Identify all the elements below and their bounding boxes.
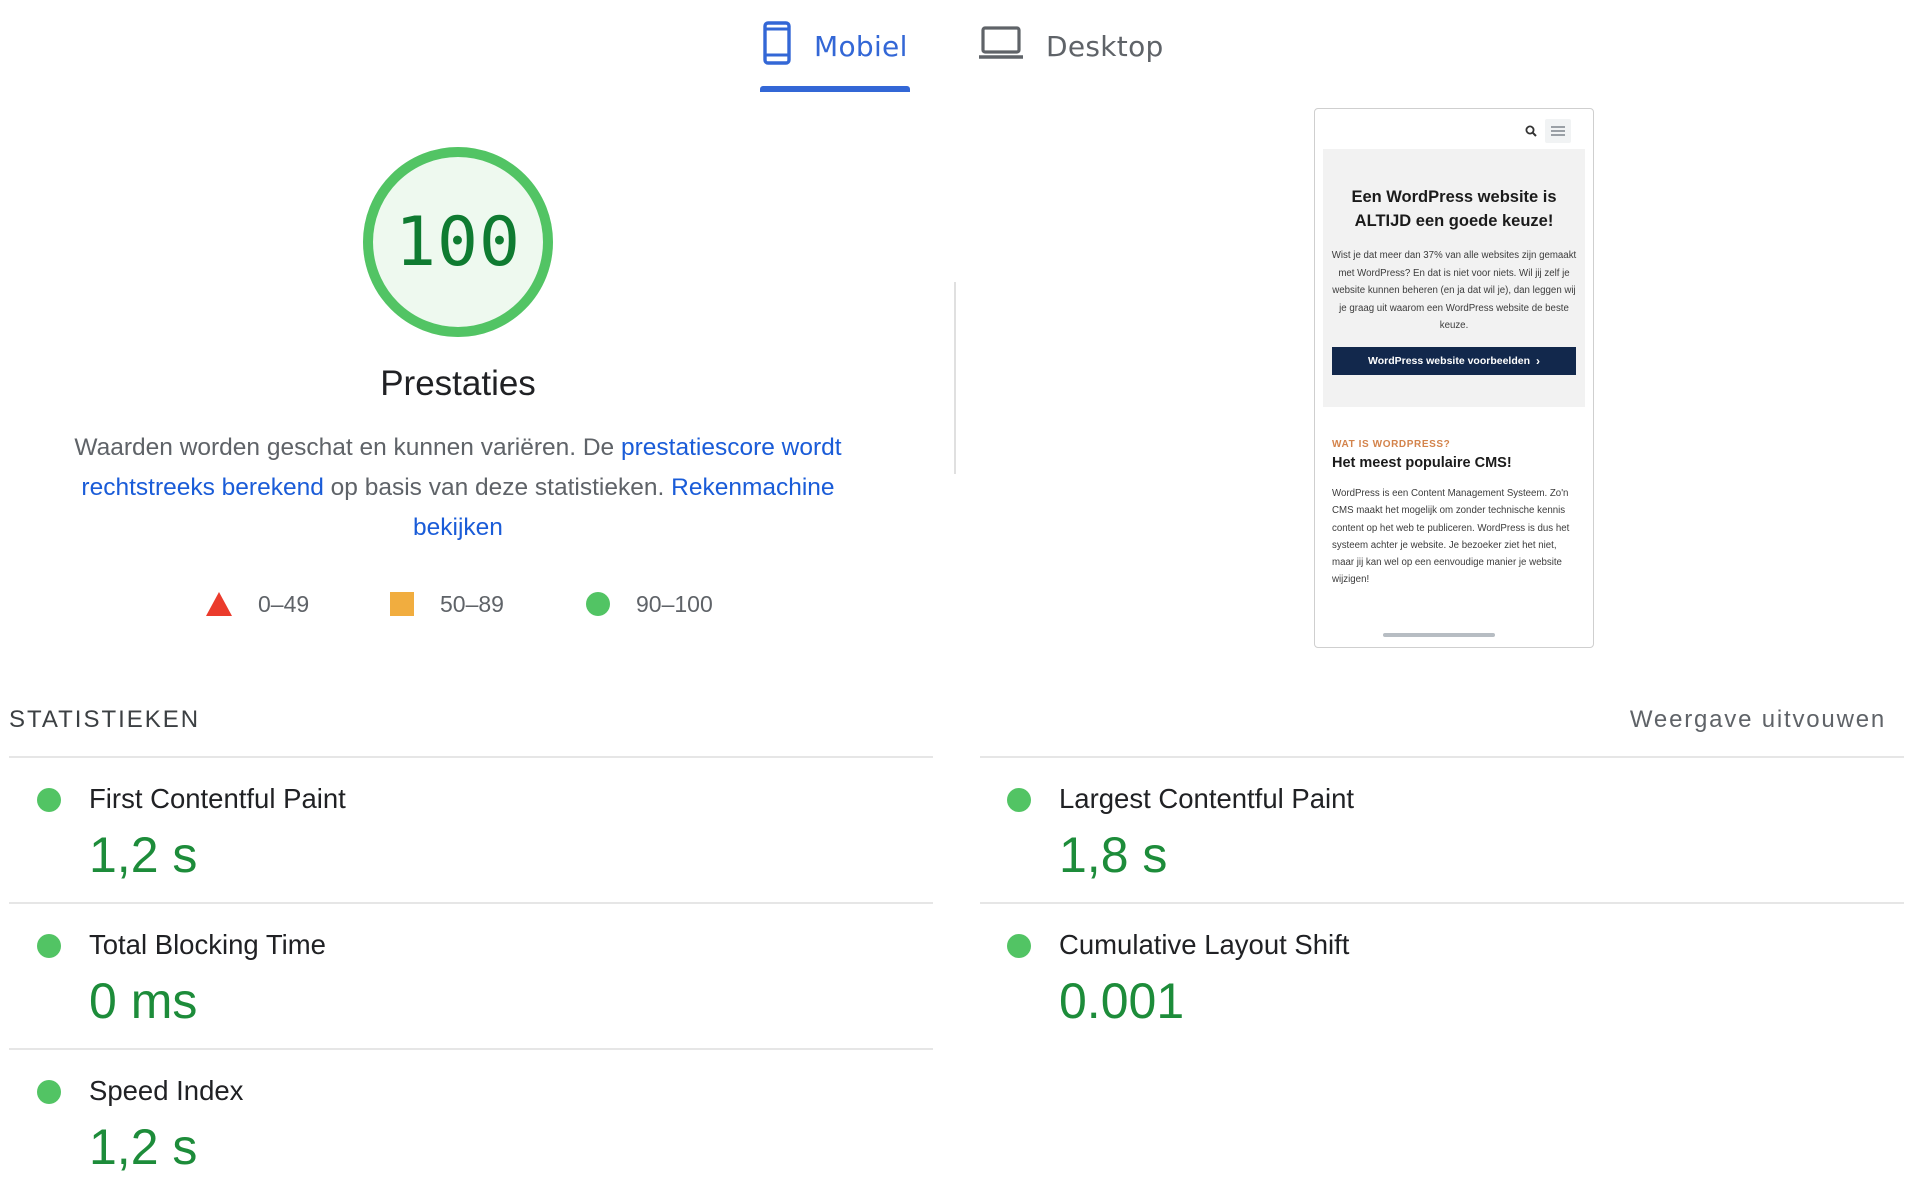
metrics-section-title: STATISTIEKEN [9, 706, 201, 733]
description-text-middle: op basis van deze statistieken. [323, 474, 672, 501]
metric-value: 0.001 [1059, 973, 1185, 1029]
thumbnail-hero-title: Een WordPress website is ALTIJD een goed… [1351, 188, 1557, 230]
legend-average-range: 50–89 [440, 590, 504, 617]
square-icon [390, 592, 414, 616]
metrics-divider [980, 756, 1904, 758]
metrics-divider [9, 756, 933, 758]
hamburger-menu-icon [1545, 119, 1571, 143]
tab-desktop[interactable]: Desktop [978, 16, 1164, 76]
thumbnail-kicker: WAT IS WORDPRESS? [1332, 439, 1451, 450]
metric-name: Total Blocking Time [89, 929, 326, 960]
thumbnail-cta-label: WordPress website voorbeelden [1367, 355, 1531, 367]
legend-pass-range: 90–100 [636, 590, 713, 617]
pass-circle-icon [37, 1080, 61, 1104]
legend-pass: 90–100 [586, 588, 713, 620]
chevron-right-icon: › [1536, 354, 1541, 368]
score-title: Prestaties [380, 364, 536, 403]
metrics-divider [980, 902, 1904, 904]
thumbnail-scroll-indicator [1383, 633, 1495, 637]
legend-fail: 0–49 [206, 588, 309, 620]
pass-circle-icon [1007, 934, 1031, 958]
tab-mobile[interactable]: Mobiel [762, 16, 908, 76]
thumbnail-heading: Het meest populaire CMS! [1332, 455, 1512, 471]
description-text-before: Waarden worden geschat en kunnen variëre… [74, 434, 621, 461]
circle-icon [586, 592, 610, 616]
metric-name: Largest Contentful Paint [1059, 783, 1355, 814]
tab-mobile-label: Mobiel [814, 29, 908, 63]
metric-value: 1,8 s [1059, 827, 1168, 883]
page-screenshot-thumbnail[interactable]: Een WordPress website is ALTIJD een goed… [1314, 108, 1594, 648]
smartphone-icon [762, 20, 792, 72]
metric-name: Cumulative Layout Shift [1059, 929, 1350, 960]
metric-name: Speed Index [89, 1075, 244, 1106]
active-tab-indicator [760, 86, 910, 92]
legend-average: 50–89 [390, 588, 504, 620]
score-description: Waarden worden geschat en kunnen variëre… [60, 428, 856, 548]
performance-score: 100 [395, 202, 521, 282]
legend-fail-range: 0–49 [258, 590, 310, 617]
triangle-icon [206, 592, 232, 616]
search-icon [1525, 125, 1537, 137]
metric-name: First Contentful Paint [89, 783, 346, 814]
thumbnail-hero-text: Wist je dat meer dan 37% van alle websit… [1331, 250, 1577, 331]
vertical-divider [954, 282, 956, 474]
tab-desktop-label: Desktop [1046, 29, 1164, 63]
laptop-icon [978, 25, 1024, 68]
metric-value: 1,2 s [89, 827, 198, 883]
metrics-divider [9, 902, 933, 904]
pass-circle-icon [37, 788, 61, 812]
pass-circle-icon [37, 934, 61, 958]
metrics-divider [9, 1048, 933, 1050]
thumbnail-body: WordPress is een Content Management Syst… [1332, 488, 1570, 586]
thumbnail-cta-button: WordPress website voorbeelden › [1332, 347, 1576, 375]
metric-value: 0 ms [89, 973, 198, 1029]
metric-value: 1,2 s [89, 1119, 198, 1175]
expand-view-toggle[interactable]: Weergave uitvouwen [1630, 706, 1886, 734]
thumbnail-hero: Een WordPress website is ALTIJD een goed… [1323, 149, 1585, 407]
pass-circle-icon [1007, 788, 1031, 812]
